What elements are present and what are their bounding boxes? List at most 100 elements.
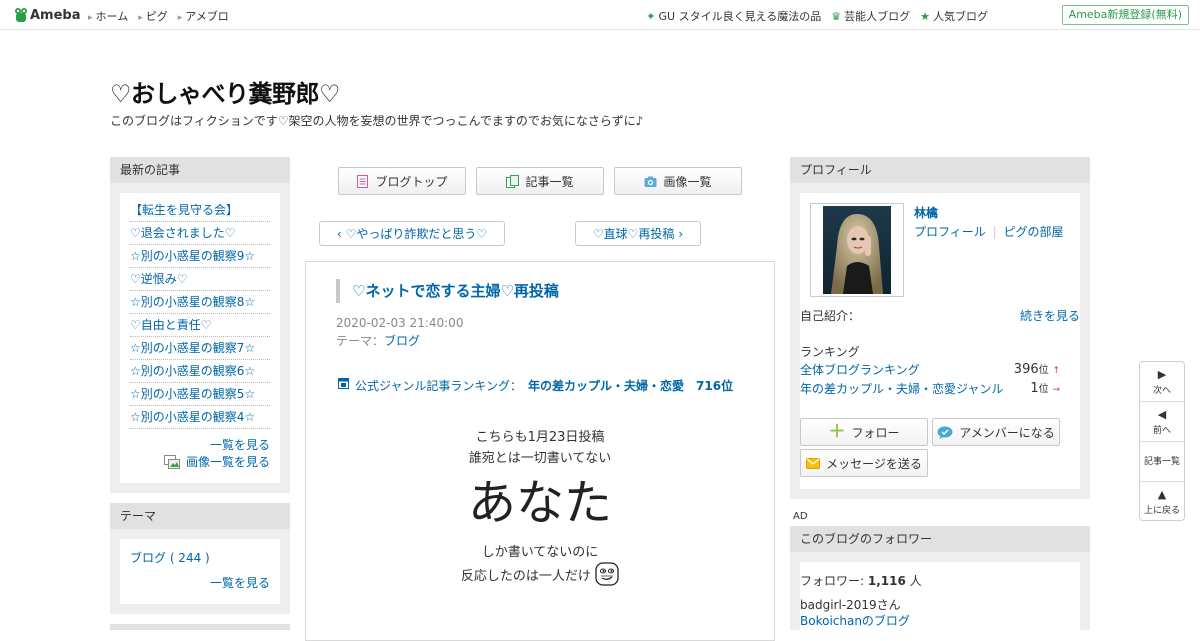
blog-title[interactable]: ♡おしゃべり糞野郎♡ [110,74,341,109]
nav-pigg[interactable]: ピグ [138,8,168,24]
link-divider: | [992,225,997,239]
list-item[interactable]: 【転生を見守る会】 [130,199,270,222]
promo-link-celebrity[interactable]: ♛ 芸能人ブログ [831,8,910,24]
float-prev-button[interactable]: ◀ 前へ [1140,402,1184,442]
article-body-line: しか書いてないのに [481,545,599,560]
article-link[interactable]: ☆別の小惑星の観察7☆ [130,341,255,355]
tab-image-list[interactable]: 画像一覧 [614,167,742,195]
follower-name: badgirl-2019さん [800,598,901,612]
global-nav: ホーム ピグ アメブロ [88,8,229,24]
article-theme: テーマ：ブログ [336,332,420,349]
article-body-last-line: 反応したのは一人だけ [306,562,774,586]
followers-box: このブログのフォロワー フォロワー: 1,116 人 badgirl-2019さ… [790,526,1090,630]
article-link[interactable]: ☆別の小惑星の観察6☆ [130,364,255,378]
next-article-label: ♡直球♡再投稿 [592,227,675,241]
theme-header: テーマ [110,503,290,529]
chevron-left-icon: ‹ [336,226,342,241]
document-icon [357,174,369,188]
play-right-icon: ▶ [1157,368,1167,381]
article-theme-label: テーマ： [336,334,385,348]
list-item[interactable]: ☆別の小惑星の観察5☆ [130,383,270,406]
ameba-logo[interactable]: Ameba [14,6,81,24]
article-ranking[interactable]: 公式ジャンル記事ランキング： 年の差カップル・夫婦・恋愛 716位 [338,377,733,394]
followers-header: このブログのフォロワー [790,526,1090,552]
article-link[interactable]: ♡逆恨み♡ [130,272,188,286]
article-link[interactable]: ☆別の小惑星の観察4☆ [130,410,255,424]
theme-item-blog[interactable]: ブログ ( 244 ) [130,551,210,565]
follow-button[interactable]: ＋ フォロー [800,418,928,446]
profile-header: プロフィール [790,157,1090,183]
list-item[interactable]: ♡逆恨み♡ [130,268,270,291]
profile-name[interactable]: 林檎 [914,204,938,221]
list-item[interactable]: ♡自由と責任♡ [130,314,270,337]
arrow-right-icon: → [1052,385,1060,395]
message-button[interactable]: メッセージを送る [800,449,928,477]
latest-articles-body: 【転生を見守る会】 ♡退会されました♡ ☆別の小惑星の観察9☆ ♡逆恨み♡ ☆別… [120,193,280,483]
profile-avatar[interactable] [810,203,904,297]
list-item[interactable]: ♡退会されました♡ [130,222,270,245]
arrow-up-icon: ↑ [1052,366,1060,376]
float-next-button[interactable]: ▶ 次へ [1140,362,1184,402]
ranking-row-genre: 年の差カップル・夫婦・恋愛ジャンル 1位 → [800,380,1060,398]
chat-bubble-icon [937,426,953,439]
tab-article-list[interactable]: 記事一覧 [476,167,604,195]
latest-more-link[interactable]: 一覧を見る [120,429,280,453]
crown-icon: ♛ [831,10,842,23]
next-article-button[interactable]: ♡直球♡再投稿 › [575,221,701,246]
follower-count-unit: 人 [909,574,922,588]
image-list-link[interactable]: 画像一覧を見る [120,453,280,470]
article-link[interactable]: ♡自由と責任♡ [130,318,212,332]
float-list-button[interactable]: 記事一覧 [1140,442,1184,482]
follower-count: フォロワー: 1,116 人 [800,572,922,589]
ranking-genre-link[interactable]: 年の差カップル・夫婦・恋愛ジャンル [800,382,1003,396]
amember-button[interactable]: アメンバーになる [932,418,1060,446]
tab-blog-top-label: ブログトップ [375,174,448,189]
article-theme-link[interactable]: ブログ [384,334,420,348]
article-link[interactable]: ☆別の小惑星の観察5☆ [130,387,255,401]
profile-links: プロフィール | ピグの部屋 [914,223,1063,240]
theme-box: テーマ ブログ ( 244 ) 一覧を見る [110,503,290,614]
pages-icon [506,174,520,188]
float-top-button[interactable]: ▲ 上に戻る [1140,482,1184,522]
ranking-overall-link[interactable]: 全体ブログランキング [800,363,920,377]
latest-articles-box: 最新の記事 【転生を見守る会】 ♡退会されました♡ ☆別の小惑星の観察9☆ ♡逆… [110,157,290,493]
pigg-room-link[interactable]: ピグの部屋 [1003,225,1063,239]
list-item[interactable]: ☆別の小惑星の観察9☆ [130,245,270,268]
list-item[interactable]: ☆別の小惑星の観察8☆ [130,291,270,314]
ranking-genre-value: 1位 → [1030,380,1060,396]
list-item[interactable]: ☆別の小惑星の観察6☆ [130,360,270,383]
frog-logo-icon [15,8,27,22]
latest-more-link-text[interactable]: 一覧を見る [210,438,270,452]
list-item[interactable]: ☆別の小惑星の観察4☆ [130,406,270,429]
theme-more-link[interactable]: 一覧を見る [210,576,270,590]
signup-button[interactable]: Ameba新規登録(無料) [1061,5,1189,25]
intro-more-link[interactable]: 続きを見る [1020,307,1080,324]
prev-article-label: ♡やっぱり詐欺だと思う♡ [345,227,488,241]
amember-label: アメンバーになる [959,425,1055,440]
promo-link-popular[interactable]: ★ 人気ブログ [920,8,988,24]
ranking-value: 年の差カップル・夫婦・恋愛 716位 [528,379,734,393]
tab-image-list-label: 画像一覧 [663,174,712,189]
article-body-line: 誰宛とは一切書いてない [468,451,612,466]
follower-blog-link[interactable]: Bokoichanのブログ [800,612,910,629]
follower-count-label: フォロワー: [800,574,865,588]
avatar-photo [823,206,891,294]
article-link[interactable]: ♡退会されました♡ [130,226,236,240]
article-link[interactable]: ☆別の小惑星の観察9☆ [130,249,255,263]
list-item[interactable]: ☆別の小惑星の観察7☆ [130,337,270,360]
profile-link[interactable]: プロフィール [914,225,986,239]
theme-body: ブログ ( 244 ) 一覧を見る [120,539,280,604]
intro-label: 自己紹介： [800,309,861,323]
article-title[interactable]: ♡ネットで恋する主婦♡再投稿 [336,279,559,303]
global-header: Ameba ホーム ピグ アメブロ ✦GU スタイル良く見える魔法の品 ♛芸能人… [0,0,1200,30]
article-link[interactable]: 【転生を見守る会】 [130,203,238,217]
latest-articles-list: 【転生を見守る会】 ♡退会されました♡ ☆別の小惑星の観察9☆ ♡逆恨み♡ ☆別… [120,193,280,429]
image-list-link-text[interactable]: 画像一覧を見る [186,453,270,470]
blog-description: このブログはフィクションです♡架空の人物を妄想の世界でつっこんでますのでお気にな… [110,114,644,128]
nav-ameblo[interactable]: アメブロ [178,8,228,24]
article-link[interactable]: ☆別の小惑星の観察8☆ [130,295,255,309]
prev-article-button[interactable]: ‹ ♡やっぱり詐欺だと思う♡ [319,221,505,246]
tab-blog-top[interactable]: ブログトップ [338,167,466,195]
nav-home[interactable]: ホーム [88,8,129,24]
promo-link-gu[interactable]: ✦ GU スタイル良く見える魔法の品 [646,8,821,24]
